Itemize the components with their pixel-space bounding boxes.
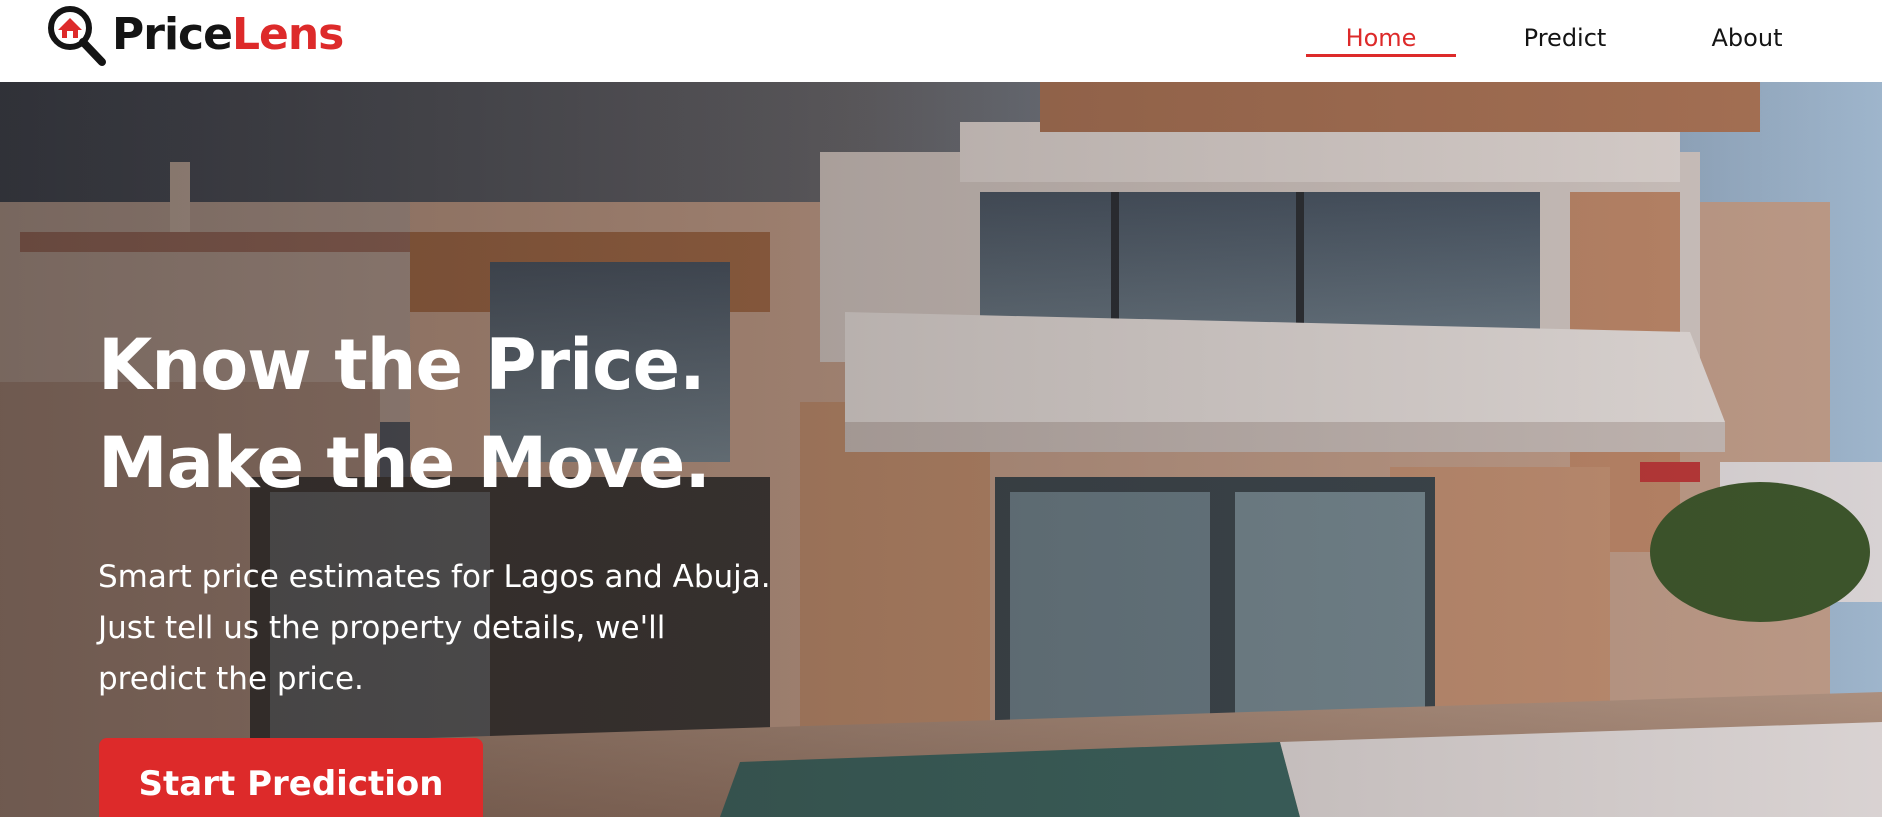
brand-name-part1: Price bbox=[112, 9, 233, 60]
hero-section: Know the Price. Make the Move. Smart pri… bbox=[0, 82, 1882, 817]
hero-subtext: Smart price estimates for Lagos and Abuj… bbox=[98, 559, 771, 697]
nav-home[interactable]: Home bbox=[1306, 18, 1456, 58]
start-prediction-button[interactable]: Start Prediction bbox=[99, 738, 483, 817]
nav-active-indicator bbox=[1306, 54, 1456, 57]
site-header: PriceLens Home Predict About bbox=[0, 0, 1882, 82]
nav-predict[interactable]: Predict bbox=[1490, 18, 1640, 58]
hero-headline: Know the Price. Make the Move. bbox=[98, 316, 998, 512]
brand-logo[interactable]: PriceLens bbox=[44, 4, 344, 66]
brand-name-part2: Lens bbox=[231, 9, 344, 60]
hero-headline-line2: Make the Move. bbox=[98, 422, 711, 504]
hero-headline-line1: Know the Price. bbox=[98, 324, 706, 406]
magnifier-house-icon bbox=[48, 6, 106, 66]
nav-about[interactable]: About bbox=[1672, 18, 1822, 58]
brand-wordmark: PriceLens bbox=[112, 13, 344, 57]
